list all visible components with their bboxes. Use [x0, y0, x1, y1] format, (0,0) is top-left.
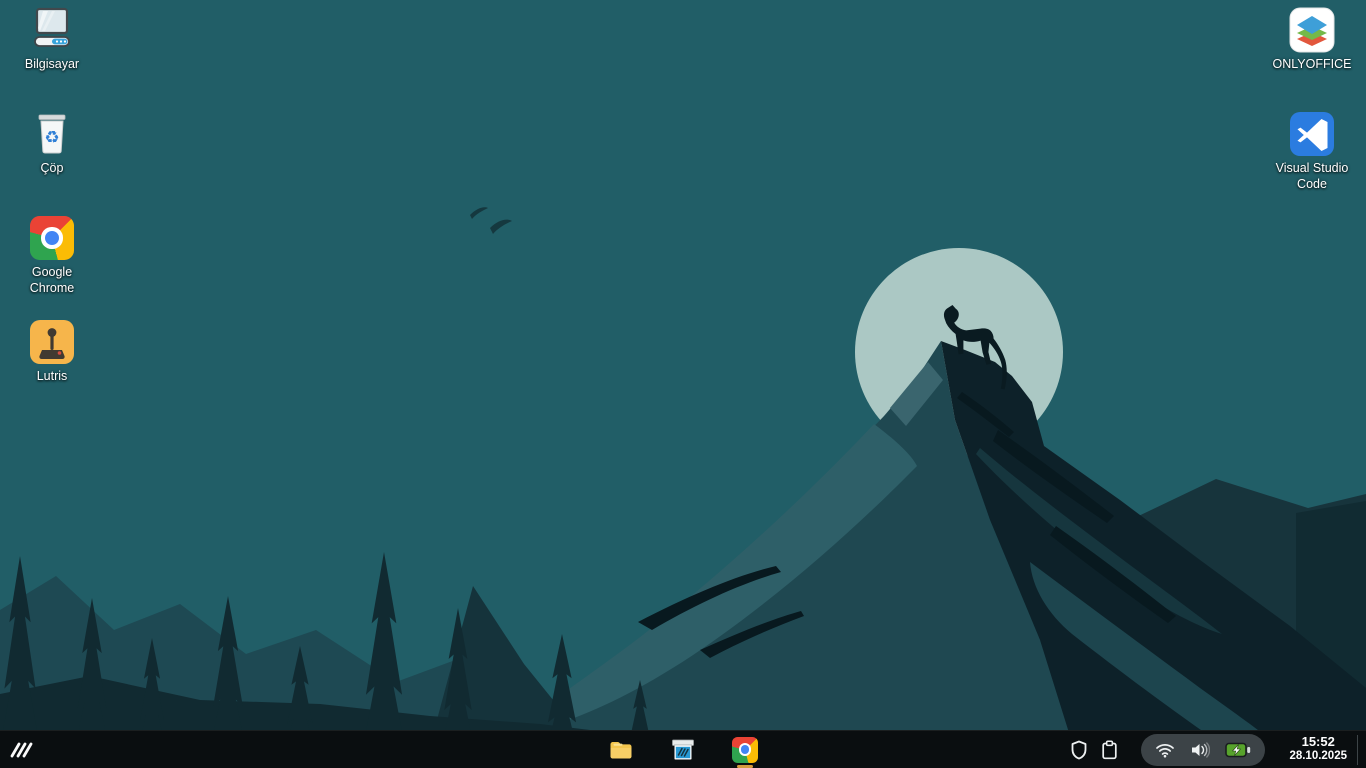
system-tray: 15:52 28.10.2025 — [1064, 731, 1366, 768]
folder-icon — [608, 737, 634, 763]
icon-label: Google Chrome — [8, 265, 96, 296]
wifi-icon — [1155, 742, 1175, 758]
applications-menu-button[interactable] — [0, 731, 46, 768]
volume-button[interactable] — [1190, 734, 1210, 766]
icon-label: Lutris — [8, 369, 96, 385]
battery-button[interactable] — [1225, 734, 1251, 766]
volume-icon — [1190, 742, 1210, 758]
desktop-icon-bilgisayar[interactable]: Bilgisayar — [8, 6, 96, 73]
software-box-icon — [670, 737, 696, 763]
battery-charging-icon — [1225, 741, 1251, 759]
chrome-taskbar-button[interactable] — [732, 731, 758, 768]
status-pill — [1141, 734, 1265, 766]
desktop-icon-vscode[interactable]: Visual Studio Code — [1268, 110, 1356, 192]
computer-icon — [28, 6, 76, 54]
onlyoffice-icon — [1288, 6, 1336, 54]
chrome-icon — [28, 214, 76, 262]
clipboard-tray-button[interactable] — [1094, 731, 1124, 768]
desktop-icon-cop[interactable]: ♻ Çöp — [8, 110, 96, 177]
clock-date: 28.10.2025 — [1289, 750, 1347, 763]
shield-icon — [1070, 740, 1088, 760]
software-center-button[interactable] — [670, 731, 696, 768]
lutris-icon — [28, 318, 76, 366]
clipboard-icon — [1101, 740, 1118, 760]
running-indicator — [737, 765, 753, 768]
chrome-icon — [732, 737, 758, 763]
file-manager-button[interactable] — [608, 731, 634, 768]
icon-label: Visual Studio Code — [1268, 161, 1356, 192]
taskbar: 15:52 28.10.2025 — [0, 730, 1366, 768]
trash-icon: ♻ — [28, 110, 76, 158]
wifi-button[interactable] — [1155, 734, 1175, 766]
pardus-menu-icon — [8, 737, 34, 763]
desktop-icon-lutris[interactable]: Lutris — [8, 318, 96, 385]
vscode-icon — [1288, 110, 1336, 158]
pinned-apps — [608, 731, 758, 768]
clock[interactable]: 15:52 28.10.2025 — [1289, 731, 1347, 768]
security-tray-button[interactable] — [1064, 731, 1094, 768]
icon-label: Bilgisayar — [8, 57, 96, 73]
wallpaper — [0, 0, 1366, 768]
icon-label: ONLYOFFICE — [1268, 57, 1356, 73]
show-desktop-button[interactable] — [1358, 731, 1366, 768]
desktop-screen: Bilgisayar ♻ Çöp Google Chrome — [0, 0, 1366, 768]
clock-time: 15:52 — [1302, 735, 1335, 750]
svg-text:♻: ♻ — [44, 128, 59, 148]
icon-label: Çöp — [8, 161, 96, 177]
desktop-icon-google-chrome[interactable]: Google Chrome — [8, 214, 96, 296]
desktop-icon-onlyoffice[interactable]: ONLYOFFICE — [1268, 6, 1356, 73]
